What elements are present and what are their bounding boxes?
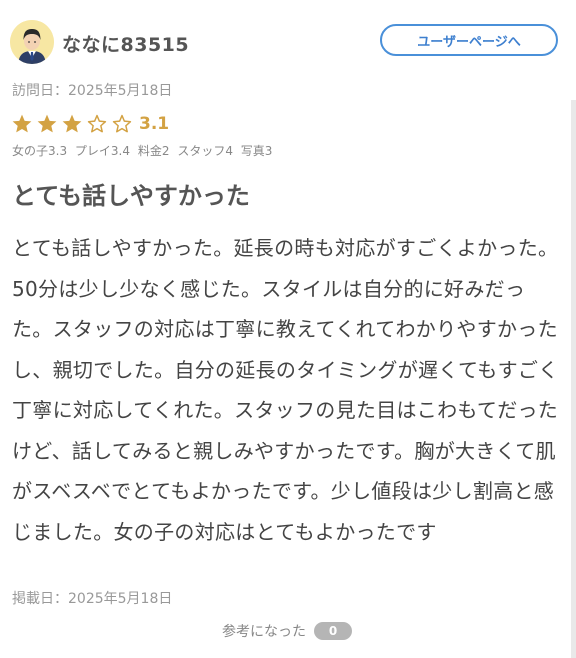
review-body: とても話しやすかった。延長の時も対応がすごくよかった。50分は少し少なく感じた。… bbox=[12, 236, 559, 544]
user-avatar-icon bbox=[10, 20, 54, 64]
helpful-label: 参考になった bbox=[222, 624, 306, 640]
star-filled-icon bbox=[37, 114, 57, 133]
star-filled-icon bbox=[62, 114, 82, 133]
subscore-staff: スタッフ4 bbox=[177, 144, 233, 158]
star-empty-icon bbox=[87, 114, 107, 133]
subscore-play: プレイ3.4 bbox=[74, 144, 131, 158]
helpful-section: 参考になった 0 bbox=[222, 621, 352, 641]
rating-score: 3.1 bbox=[139, 114, 170, 134]
subscore-girl: 女の子3.3 bbox=[12, 144, 68, 158]
helpful-count-button[interactable]: 0 bbox=[314, 622, 352, 640]
star-empty-icon bbox=[112, 114, 132, 133]
username: ななに83515 bbox=[62, 34, 190, 56]
visit-date: 訪問日：2025年5月18日 bbox=[12, 83, 173, 99]
subscores: 女の子3.3 プレイ3.4 料金2 スタッフ4 写真3 bbox=[12, 142, 276, 159]
posted-date: 掲載日：2025年5月18日 bbox=[12, 591, 173, 607]
avatar bbox=[10, 20, 54, 64]
star-filled-icon bbox=[12, 114, 32, 133]
scrollbar-track[interactable] bbox=[571, 100, 576, 658]
subscore-price: 料金2 bbox=[137, 144, 170, 158]
rating: 3.1 bbox=[11, 111, 169, 137]
subscore-photo: 写真3 bbox=[240, 144, 273, 158]
user-page-button[interactable]: ユーザーページへ bbox=[380, 24, 558, 56]
review-header: ななに83515 ユーザーページへ bbox=[10, 20, 558, 66]
review-title: とても話しやすかった bbox=[12, 182, 250, 210]
